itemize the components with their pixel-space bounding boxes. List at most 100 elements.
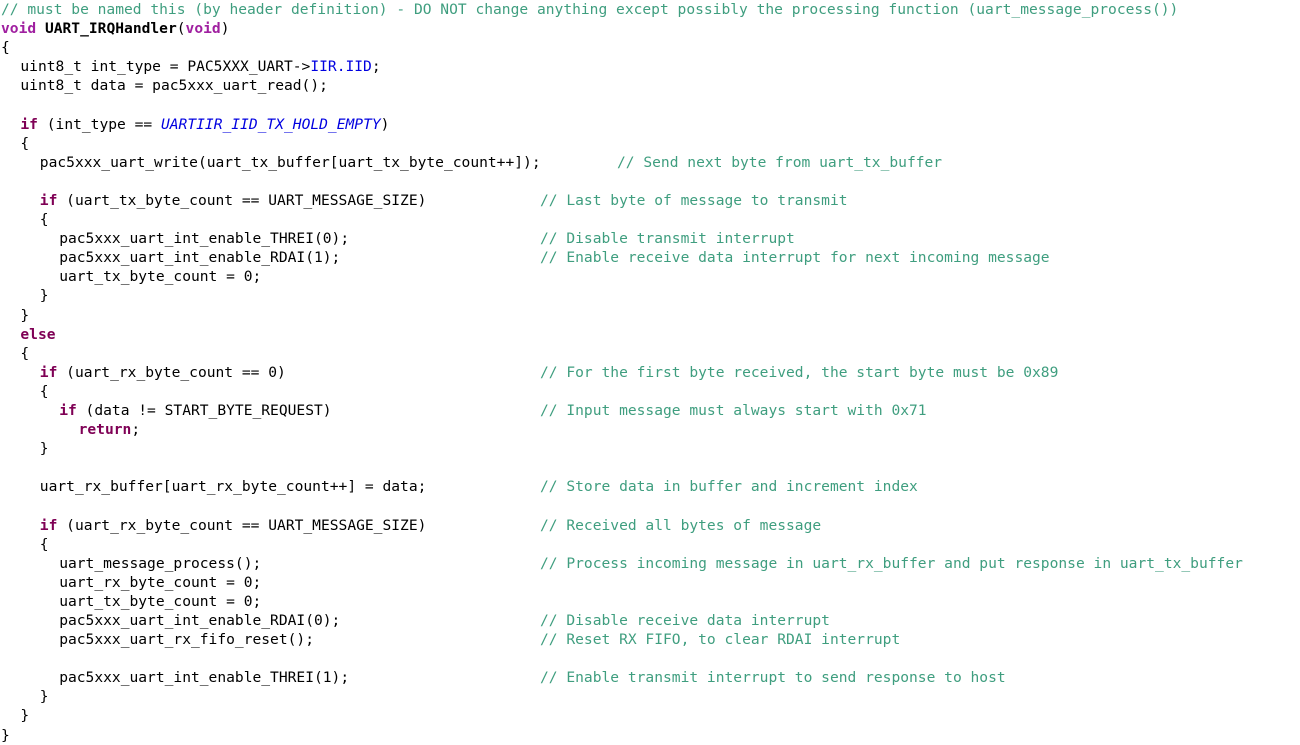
code-line[interactable]: { [0,210,1300,229]
code-line[interactable]: void UART_IRQHandler(void) [0,19,1300,38]
code-line[interactable]: uart_rx_buffer[uart_rx_byte_count++] = d… [0,477,1300,496]
token-plain: } [39,688,49,706]
code-line-content: } [20,706,29,725]
inline-comment: // Send next byte from uart_tx_buffer [617,153,943,171]
token-plain: ( [176,20,186,38]
code-line-content: { [20,134,29,153]
code-line-content: } [40,286,49,305]
code-line-content: uint8_t data = pac5xxx_uart_read(); [20,76,328,95]
token-plain: (int_type == [37,115,161,133]
inline-comment: // Last byte of message to transmit [540,191,848,209]
code-line-content: { [40,382,49,401]
token-plain: pac5xxx_uart_int_enable_THREI(0); [59,230,350,248]
inline-comment: // Input message must always start with … [540,401,927,419]
token-plain: { [20,134,30,152]
code-line-content: pac5xxx_uart_int_enable_RDAI(1); [59,248,340,267]
token-type: void [185,20,221,38]
code-line-content: void UART_IRQHandler(void) [1,19,230,38]
token-keyword: else [20,325,56,343]
code-line[interactable]: uart_tx_byte_count = 0; [0,592,1300,611]
code-line[interactable]: pac5xxx_uart_int_enable_RDAI(1); // Enabl… [0,248,1300,267]
code-line[interactable]: { [0,382,1300,401]
token-plain: uint8_t int_type = PAC5XXX_UART-> [20,58,311,76]
token-field: IIR.IID [310,58,372,76]
code-line[interactable] [0,95,1300,114]
token-comment: // must be named this (by header definit… [1,1,1179,18]
code-line[interactable] [0,649,1300,668]
code-editor-view[interactable]: // must be named this (by header definit… [0,0,1300,744]
code-line[interactable]: uart_tx_byte_count = 0; [0,267,1300,286]
code-line[interactable]: { [0,535,1300,554]
code-line-content: } [40,439,49,458]
token-plain: } [20,306,30,324]
code-line[interactable]: if (int_type == UARTIIR_IID_TX_HOLD_EMPT… [0,115,1300,134]
code-line[interactable]: { [0,38,1300,57]
code-line-content: } [20,306,29,325]
code-line[interactable] [0,496,1300,515]
code-line-content: { [1,38,10,57]
token-plain: ; [131,421,141,439]
code-line[interactable] [0,458,1300,477]
token-plain: pac5xxx_uart_write(uart_tx_buffer[uart_t… [39,153,541,171]
code-line[interactable]: // must be named this (by header definit… [0,0,1300,19]
code-line[interactable]: if (data != START_BYTE_REQUEST) // Input … [0,401,1300,420]
code-line[interactable]: uart_message_process(); // Process incomi… [0,554,1300,573]
token-plain: uart_tx_byte_count = 0; [59,592,262,610]
token-keyword: if [59,401,77,419]
inline-comment: // Reset RX FIFO, to clear RDAI interrup… [540,631,901,649]
token-plain: uart_rx_byte_count = 0; [59,573,262,591]
code-line-content: return; [79,420,141,439]
token-plain: { [20,344,30,362]
code-line[interactable] [0,172,1300,191]
code-line[interactable]: if (uart_tx_byte_count == UART_MESSAGE_S… [0,191,1300,210]
code-line-content: pac5xxx_uart_int_enable_THREI(1); [59,668,349,687]
token-plain: ; [371,58,381,76]
code-line[interactable]: pac5xxx_uart_write(uart_tx_buffer[uart_t… [0,153,1300,172]
code-line-content: pac5xxx_uart_write(uart_tx_buffer[uart_t… [40,153,541,172]
inline-comment: // For the first byte received, the star… [540,363,1059,381]
code-line[interactable]: } [0,726,1300,745]
code-line[interactable]: if (uart_rx_byte_count == 0) // For the f… [0,363,1300,382]
code-line[interactable]: } [0,439,1300,458]
code-line[interactable]: pac5xxx_uart_rx_fifo_reset(); // Reset RX… [0,630,1300,649]
code-line-content: uart_tx_byte_count = 0; [59,592,261,611]
code-line[interactable]: } [0,306,1300,325]
code-line-content: pac5xxx_uart_int_enable_RDAI(0); [59,611,340,630]
code-line[interactable]: uart_rx_byte_count = 0; [0,573,1300,592]
code-line[interactable]: uint8_t data = pac5xxx_uart_read(); [0,76,1300,95]
code-line[interactable]: { [0,344,1300,363]
code-line[interactable]: pac5xxx_uart_int_enable_THREI(0); // Disa… [0,229,1300,248]
code-line-content: pac5xxx_uart_int_enable_THREI(0); [59,229,349,248]
code-line[interactable]: { [0,134,1300,153]
code-line[interactable]: else [0,325,1300,344]
code-line-content: if (int_type == UARTIIR_IID_TX_HOLD_EMPT… [20,115,389,134]
token-plain: pac5xxx_uart_int_enable_RDAI(0); [59,612,341,629]
inline-comment: // Received all bytes of message [540,516,822,534]
code-line-content: if (data != START_BYTE_REQUEST) [59,401,331,420]
token-plain: } [39,287,49,305]
code-line[interactable]: uint8_t int_type = PAC5XXX_UART->IIR.IID… [0,57,1300,76]
code-line[interactable]: if (uart_rx_byte_count == UART_MESSAGE_S… [0,516,1300,535]
code-line-content: uart_rx_buffer[uart_rx_byte_count++] = d… [40,477,427,496]
code-line-content: if (uart_tx_byte_count == UART_MESSAGE_S… [40,191,427,210]
token-plain: uart_tx_byte_count = 0; [59,268,262,286]
code-line[interactable]: return; [0,420,1300,439]
code-line-content: // must be named this (by header definit… [1,0,1178,19]
token-keyword: if [39,191,58,209]
token-keyword: if [39,516,58,534]
token-keyword: return [78,421,132,439]
code-line[interactable]: pac5xxx_uart_int_enable_RDAI(0); // Disab… [0,611,1300,630]
token-plain: (uart_rx_byte_count == 0) [57,363,286,381]
token-plain: { [39,382,49,400]
code-line[interactable]: } [0,687,1300,706]
code-line-content: if (uart_rx_byte_count == UART_MESSAGE_S… [40,516,427,535]
code-line-content: { [20,344,29,363]
code-line[interactable]: } [0,706,1300,725]
code-line[interactable]: } [0,286,1300,305]
code-line-content: if (uart_rx_byte_count == 0) [40,363,286,382]
token-plain: (uart_tx_byte_count == UART_MESSAGE_SIZE… [57,191,427,209]
code-line[interactable]: pac5xxx_uart_int_enable_THREI(1); // Enab… [0,668,1300,687]
token-plain: { [39,211,49,229]
inline-comment: // Disable transmit interrupt [540,230,795,248]
